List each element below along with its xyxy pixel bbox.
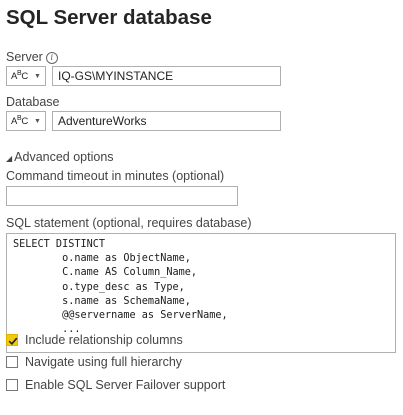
navigate-full-hierarchy-label: Navigate using full hierarchy (25, 355, 183, 369)
database-type-button[interactable]: ABC ▼ (6, 111, 46, 131)
database-label: Database (6, 95, 60, 109)
checkmark-icon (8, 337, 18, 345)
navigate-full-hierarchy-option[interactable]: Navigate using full hierarchy (6, 355, 182, 369)
dialog-title: SQL Server database (6, 6, 212, 29)
include-relationship-columns-checkbox[interactable] (6, 334, 18, 346)
server-label-row: Server i (6, 50, 58, 64)
timeout-input[interactable] (6, 186, 238, 206)
text-type-icon: ABC (11, 69, 28, 83)
expanded-triangle-icon: ◢ (6, 154, 13, 163)
server-label: Server (6, 50, 43, 64)
sql-statement-label: SQL statement (optional, requires databa… (6, 216, 252, 230)
chevron-down-icon: ▼ (33, 117, 41, 125)
sql-statement-text: SELECT DISTINCT o.name as ObjectName, C.… (13, 239, 228, 336)
advanced-options-toggle[interactable]: ◢ Advanced options (6, 150, 114, 164)
failover-support-checkbox[interactable] (6, 379, 18, 391)
timeout-label: Command timeout in minutes (optional) (6, 169, 225, 183)
server-type-button[interactable]: ABC ▼ (6, 66, 46, 86)
text-type-icon: ABC (11, 114, 28, 128)
navigate-full-hierarchy-checkbox[interactable] (6, 356, 18, 368)
include-relationship-columns-option[interactable]: Include relationship columns (6, 333, 183, 347)
server-input[interactable]: IQ-GS\MYINSTANCE (52, 66, 281, 86)
failover-support-option[interactable]: Enable SQL Server Failover support (6, 378, 225, 392)
failover-support-label: Enable SQL Server Failover support (25, 378, 226, 392)
chevron-down-icon: ▼ (33, 72, 41, 80)
advanced-options-label: Advanced options (14, 150, 114, 164)
include-relationship-columns-label: Include relationship columns (25, 333, 183, 347)
database-input[interactable]: AdventureWorks (52, 111, 281, 131)
info-icon[interactable]: i (45, 52, 58, 64)
